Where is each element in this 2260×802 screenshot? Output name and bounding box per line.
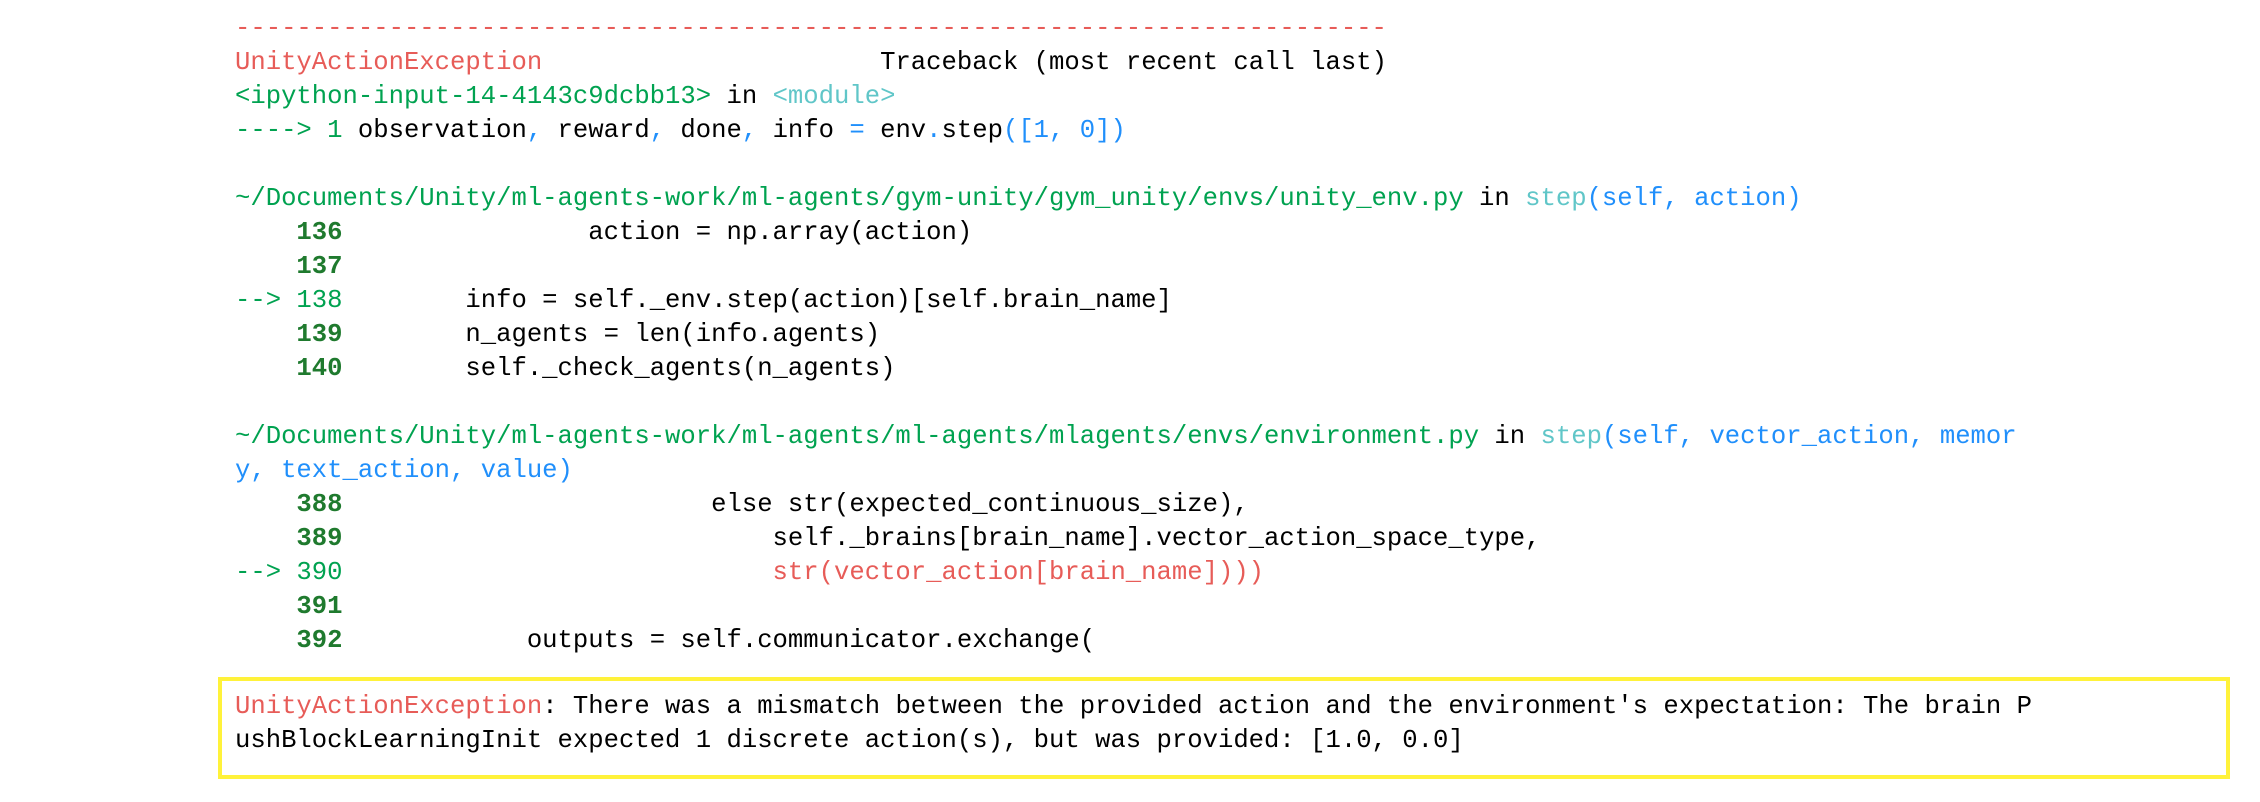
frame3-signature-b: y, text_action, value) (235, 456, 573, 485)
line-number: 392 (235, 626, 343, 655)
line-number: 140 (235, 354, 343, 383)
traceback-separator: ----------------------------------------… (235, 14, 1387, 43)
frame3-in: in (1479, 422, 1541, 451)
line-code: str(vector_action[brain_name]))) (342, 558, 1265, 587)
frame1-dot: . (926, 116, 942, 145)
error-message: UnityActionException: There was a mismat… (235, 690, 2215, 758)
error-line-2: ushBlockLearningInit expected 1 discrete… (235, 726, 1464, 755)
frame1-module: <module> (772, 82, 896, 111)
line-number: 136 (235, 218, 343, 247)
frame3-line: 388 else str(expected_continuous_size), (235, 488, 2245, 522)
frame1-comma: , (649, 116, 666, 145)
frame2-path: ~/Documents/Unity/ml-agents-work/ml-agen… (235, 184, 1464, 213)
current-line-number: --> 138 (235, 286, 343, 315)
traceback-title: Traceback (most recent call last) (880, 48, 1387, 77)
frame3-location: ~/Documents/Unity/ml-agents-work/ml-agen… (235, 420, 2245, 454)
frame3-line: 391 (235, 590, 2245, 624)
error-message-part-1: : There was a mismatch between the provi… (542, 692, 2032, 721)
traceback-header: UnityActionException Traceback (most rec… (235, 46, 2245, 80)
frame1-path: <ipython-input-14-4143c9dcbb13> (235, 82, 712, 111)
frame2-func: step (1525, 184, 1587, 213)
error-name: UnityActionException (235, 692, 543, 721)
frame1-location: <ipython-input-14-4143c9dcbb13> in <modu… (235, 80, 2245, 114)
frame1-code-b: reward (542, 116, 650, 145)
line-number: 388 (235, 490, 343, 519)
line-number: 391 (235, 592, 343, 621)
frame1-code-d: info (757, 116, 850, 145)
frame2-line: 140 self._check_agents(n_agents) (235, 352, 2245, 386)
line-code: else str(expected_continuous_size), (342, 490, 1249, 519)
frame2-signature: (self, action) (1586, 184, 1802, 213)
frame2-location: ~/Documents/Unity/ml-agents-work/ml-agen… (235, 182, 2245, 216)
line-code: self._check_agents(n_agents) (342, 354, 896, 383)
frame1-code-line: ----> 1 observation, reward, done, info … (235, 114, 2245, 148)
line-code: n_agents = len(info.agents) (342, 320, 881, 349)
line-number: 137 (235, 252, 343, 281)
line-code: outputs = self.communicator.exchange( (342, 626, 1096, 655)
frame1-comma: , (526, 116, 543, 145)
frame1-eq: = (849, 116, 865, 145)
frame3-signature-a: (self, vector_action, memor (1601, 422, 2017, 451)
frame2-line: 139 n_agents = len(info.agents) (235, 318, 2245, 352)
traceback-output: ----------------------------------------… (235, 12, 2245, 658)
frame2-line: 137 (235, 250, 2245, 284)
frame1-code-f: step (941, 116, 1003, 145)
frame3-func: step (1540, 422, 1602, 451)
frame3-line-current: --> 390 str(vector_action[brain_name]))) (235, 556, 2245, 590)
line-code: self._brains[brain_name].vector_action_s… (342, 524, 1541, 553)
exception-name: UnityActionException (235, 48, 543, 77)
frame1-arrow: ----> 1 (235, 116, 343, 145)
frame1-code-a: observation (342, 116, 527, 145)
line-number: 389 (235, 524, 343, 553)
error-line-1: UnityActionException: There was a mismat… (235, 690, 2215, 724)
frame1-args: ([1, 0]) (1002, 116, 1126, 145)
line-number: 139 (235, 320, 343, 349)
frame2-line-current: --> 138 info = self._env.step(action)[se… (235, 284, 2245, 318)
frame1-code-c: done (665, 116, 742, 145)
header-gap (542, 48, 880, 77)
frame1-code-e: env (864, 116, 927, 145)
frame3-line: 392 outputs = self.communicator.exchange… (235, 624, 2245, 658)
frame2-line: 136 action = np.array(action) (235, 216, 2245, 250)
current-line-number: --> 390 (235, 558, 343, 587)
line-code: action = np.array(action) (342, 218, 973, 247)
frame3-line: 389 self._brains[brain_name].vector_acti… (235, 522, 2245, 556)
frame1-comma: , (741, 116, 758, 145)
line-code: info = self._env.step(action)[self.brain… (342, 286, 1172, 315)
frame1-in: in (711, 82, 773, 111)
frame2-in: in (1463, 184, 1526, 213)
frame3-path: ~/Documents/Unity/ml-agents-work/ml-agen… (235, 422, 1480, 451)
